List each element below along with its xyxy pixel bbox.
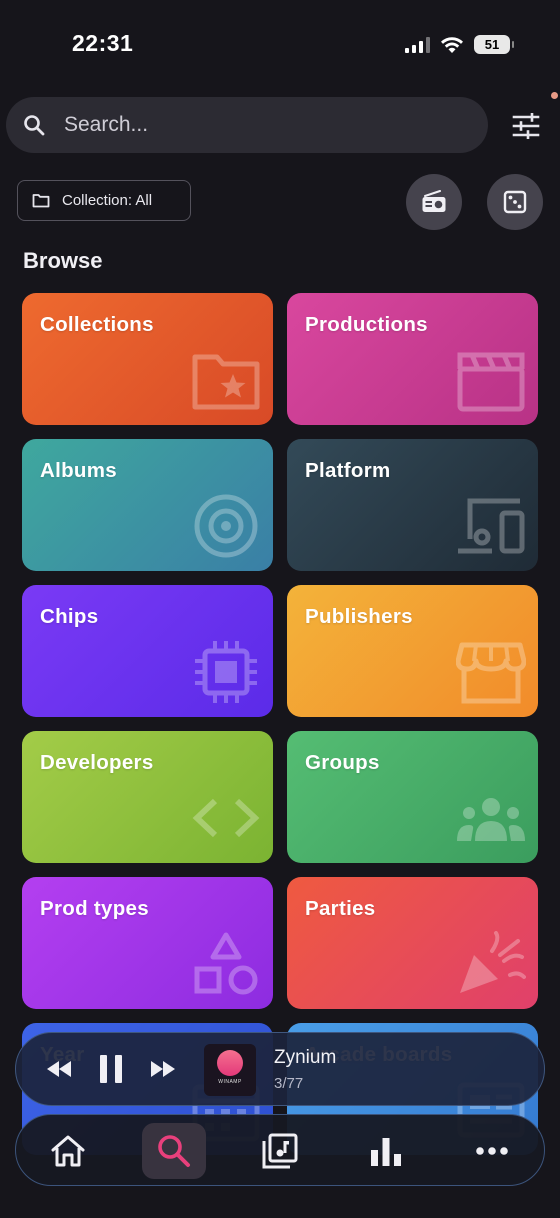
- mini-player[interactable]: WINAMP Zynium 3/77: [15, 1032, 545, 1106]
- pause-icon: [100, 1055, 122, 1083]
- status-time: 22:31: [72, 30, 134, 56]
- collection-filter-chip[interactable]: Collection: All: [17, 180, 191, 221]
- chip-icon: [191, 639, 261, 705]
- dice-icon: [503, 190, 527, 214]
- more-icon: [476, 1147, 508, 1155]
- home-icon: [51, 1135, 85, 1167]
- browse-tile-label: Groups: [305, 751, 380, 774]
- bottom-navigation: [15, 1114, 545, 1186]
- search-icon: [158, 1135, 190, 1167]
- browse-heading: Browse: [23, 248, 103, 273]
- track-title: Zynium: [274, 1047, 337, 1068]
- browse-tile-label: Publishers: [305, 605, 413, 628]
- browse-tile-parties[interactable]: Parties: [287, 877, 538, 1009]
- browse-tile-collections[interactable]: Collections: [22, 293, 273, 425]
- storefront-icon: [455, 639, 527, 705]
- search-bar[interactable]: [6, 97, 488, 153]
- nav-more[interactable]: [460, 1123, 524, 1179]
- notification-dot: [551, 92, 558, 99]
- wifi-icon: [441, 36, 463, 53]
- devices-icon: [456, 493, 526, 559]
- nav-home[interactable]: [36, 1123, 100, 1179]
- browse-tile-label: Platform: [305, 459, 391, 482]
- browse-tile-productions[interactable]: Productions: [287, 293, 538, 425]
- battery-indicator: 51: [474, 35, 514, 54]
- collection-chip-label: Collection: All: [62, 192, 153, 209]
- album-art-sun-icon: [217, 1050, 243, 1076]
- shapes-icon: [191, 931, 261, 997]
- browse-tile-developers[interactable]: Developers: [22, 731, 273, 863]
- browse-tile-chips[interactable]: Chips: [22, 585, 273, 717]
- random-button[interactable]: [487, 174, 543, 230]
- party-popper-icon: [456, 931, 526, 997]
- browse-tile-label: Chips: [40, 605, 99, 628]
- rewind-button[interactable]: [44, 1057, 74, 1081]
- browse-tile-albums[interactable]: Albums: [22, 439, 273, 571]
- nav-library[interactable]: [248, 1123, 312, 1179]
- browse-tile-label: Developers: [40, 751, 154, 774]
- nav-stats[interactable]: [354, 1123, 418, 1179]
- browse-tile-prod-types[interactable]: Prod types: [22, 877, 273, 1009]
- track-count: 3/77: [274, 1075, 304, 1092]
- fast-forward-icon: [151, 1061, 175, 1077]
- browse-tile-publishers[interactable]: Publishers: [287, 585, 538, 717]
- radio-button[interactable]: [406, 174, 462, 230]
- rewind-icon: [47, 1061, 71, 1077]
- browse-tile-label: Albums: [40, 459, 117, 482]
- sliders-icon: [512, 113, 540, 139]
- pause-button[interactable]: [96, 1053, 126, 1085]
- browse-tile-platform[interactable]: Platform: [287, 439, 538, 571]
- fast-forward-button[interactable]: [148, 1057, 178, 1081]
- album-art-text: WINAMP: [218, 1079, 242, 1085]
- browse-tile-label: Prod types: [40, 897, 149, 920]
- group-icon: [456, 785, 526, 851]
- status-icons: 51: [405, 35, 514, 54]
- folder-icon: [32, 194, 50, 208]
- code-icon: [191, 785, 261, 851]
- folder-star-icon: [191, 347, 261, 413]
- browse-tile-label: Parties: [305, 897, 376, 920]
- bar-chart-icon: [371, 1138, 401, 1166]
- search-icon: [24, 115, 45, 136]
- radio-icon: [422, 190, 446, 212]
- signal-icon: [405, 36, 430, 53]
- music-library-icon: [262, 1133, 298, 1169]
- album-art[interactable]: WINAMP: [204, 1044, 256, 1096]
- filter-button[interactable]: [508, 110, 544, 142]
- disc-icon: [191, 493, 261, 559]
- search-input[interactable]: [64, 113, 424, 137]
- browse-tile-label: Collections: [40, 313, 154, 336]
- browse-tile-groups[interactable]: Groups: [287, 731, 538, 863]
- clapperboard-icon: [456, 347, 526, 413]
- browse-tile-label: Productions: [305, 313, 428, 336]
- nav-search[interactable]: [142, 1123, 206, 1179]
